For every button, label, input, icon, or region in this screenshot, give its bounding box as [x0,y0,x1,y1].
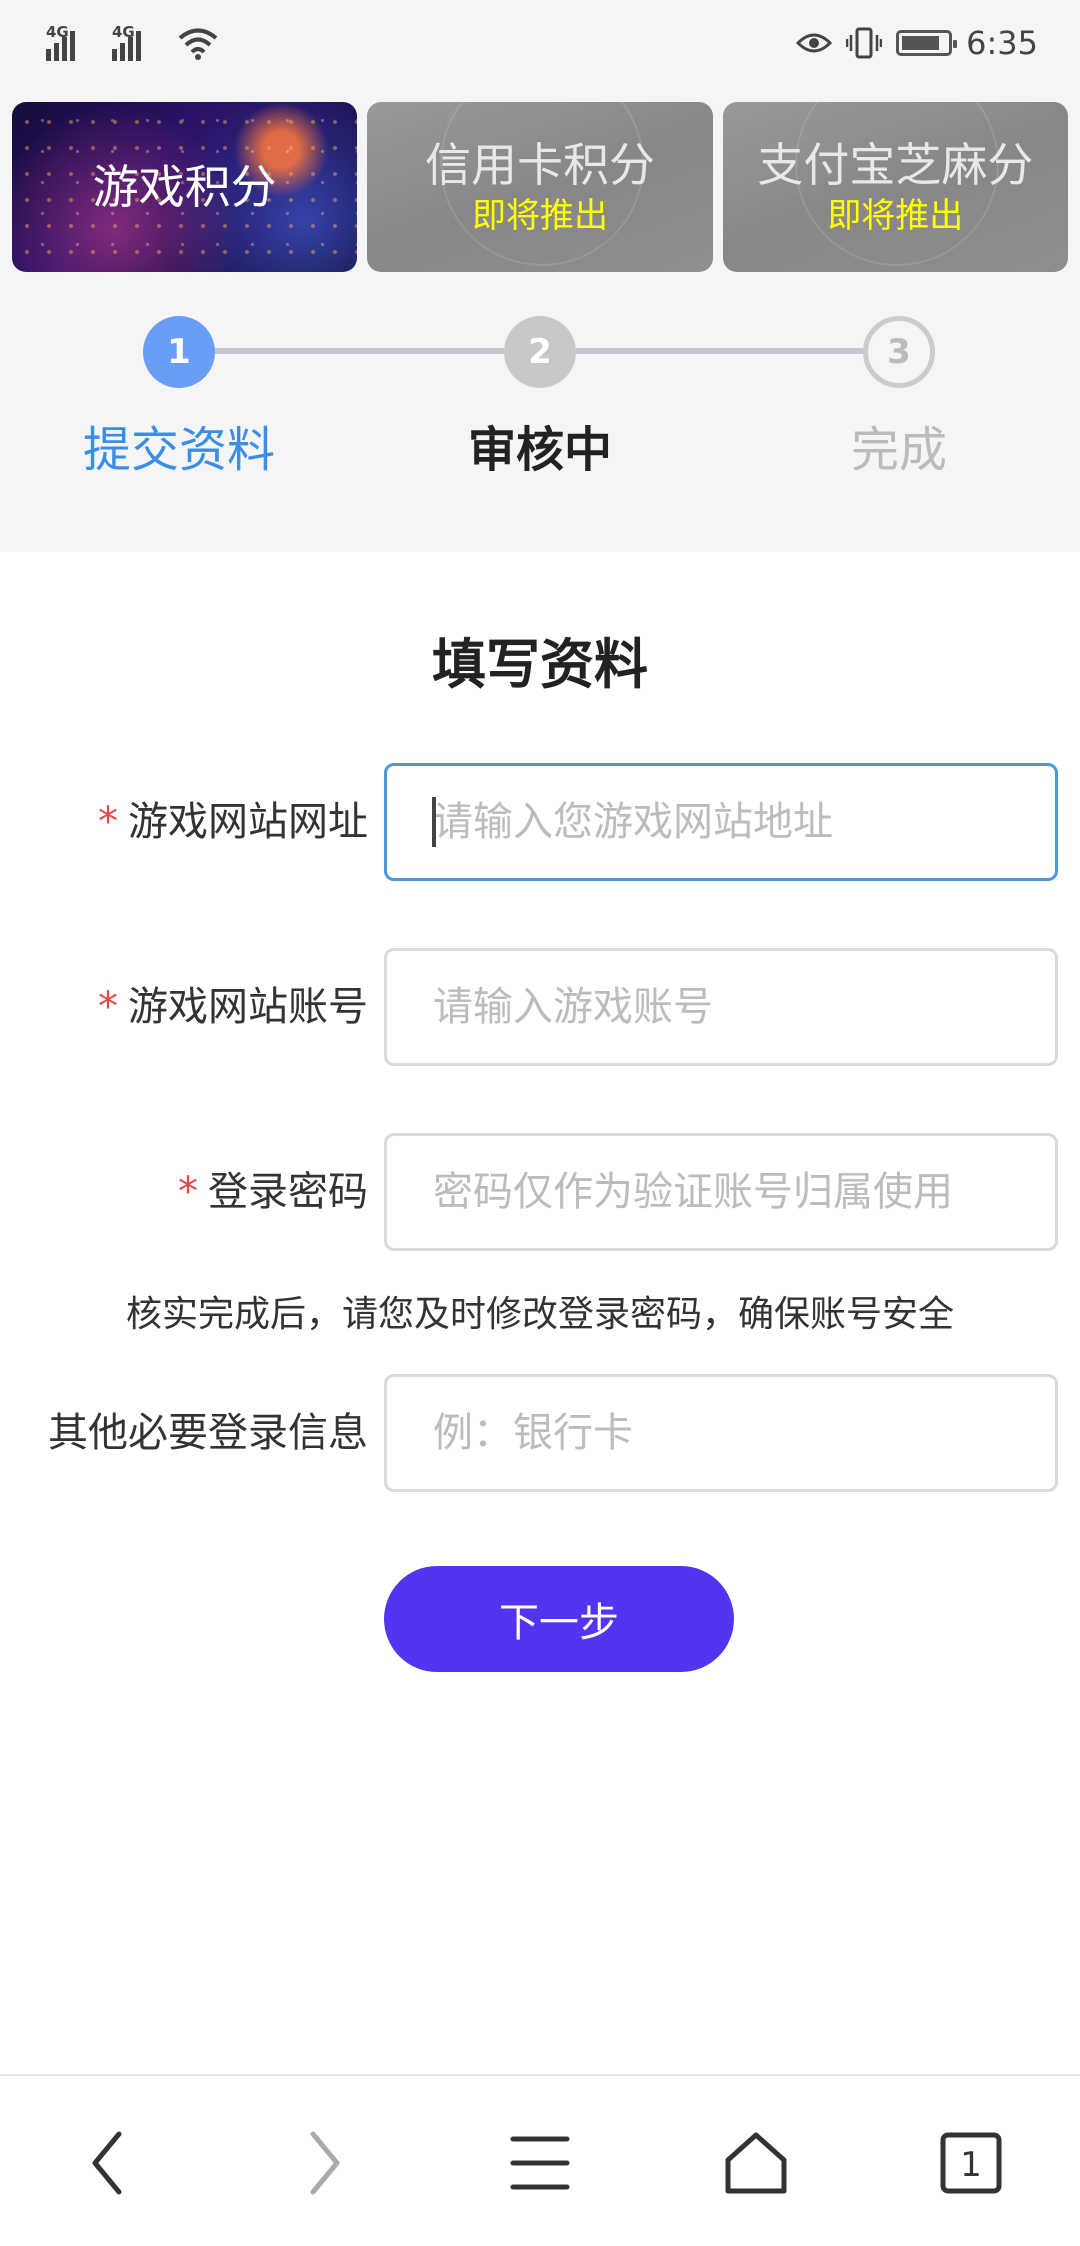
step-complete: 3 完成 [749,316,1049,480]
wifi-icon [178,28,218,60]
menu-icon [510,2136,570,2190]
status-left: 4G 4G [46,23,218,61]
card-title: 信用卡积分 [424,138,655,192]
field-label-text: 登录密码 [208,1169,368,1215]
step-number: 3 [863,316,935,388]
step-label: 完成 [850,422,947,478]
field-label: * 登录密码 [178,1133,368,1251]
browser-bottom-nav: 1 [0,2074,1080,2246]
coming-soon-label: 即将推出 [471,196,608,236]
clock: 6:35 [966,24,1038,62]
field-label: * 游戏网站账号 [98,948,368,1066]
status-right: 6:35 [796,24,1038,62]
step-reviewing: 2 审核中 [390,316,690,480]
step-number: 2 [504,316,576,388]
tabs-button[interactable]: 1 [926,2118,1016,2208]
step-submit: 1 提交资料 [29,316,329,480]
tabs-icon: 1 [940,2132,1002,2194]
top-area: 游戏积分 信用卡积分 即将推出 支付宝芝麻分 即将推出 1 提交资料 2 审核中… [0,86,1080,552]
step-number: 1 [143,316,215,388]
card-credit-card-points[interactable]: 信用卡积分 即将推出 [367,102,713,272]
coming-soon-label: 即将推出 [827,196,964,236]
signal-icon-1: 4G [46,23,98,61]
vibrate-icon [846,27,883,59]
tab-count: 1 [960,2145,982,2185]
signal-icon-2: 4G [112,23,164,61]
menu-button[interactable] [495,2118,585,2208]
field-row-password: * 登录密码 [0,1133,1080,1251]
eye-comfort-icon [796,33,833,53]
network-type-1: 4G [46,23,69,41]
card-title: 支付宝芝麻分 [757,138,1034,192]
field-row-website-url: * 游戏网站网址 [0,763,1080,881]
required-mark: * [178,1169,198,1215]
text-cursor [432,797,436,847]
required-mark: * [98,799,118,845]
field-row-other-info: 其他必要登录信息 [0,1374,1080,1492]
category-cards: 游戏积分 信用卡积分 即将推出 支付宝芝麻分 即将推出 [12,102,1068,272]
step-label: 审核中 [467,422,612,478]
field-label: * 游戏网站网址 [98,763,368,881]
forward-icon [310,2131,340,2195]
forward-button[interactable] [279,2118,369,2208]
security-note: 核实完成后，请您及时修改登录密码，确保账号安全 [125,1294,954,1335]
home-icon [725,2132,787,2194]
other-login-info-input[interactable] [384,1374,1058,1492]
card-game-points[interactable]: 游戏积分 [12,102,358,272]
home-button[interactable] [711,2118,801,2208]
field-label-text: 游戏网站账号 [128,984,368,1030]
field-label: 其他必要登录信息 [48,1410,368,1456]
required-mark: * [98,984,118,1030]
password-input[interactable] [384,1133,1058,1251]
form-title: 填写资料 [432,633,648,696]
account-input[interactable] [384,948,1058,1066]
website-url-input[interactable] [384,763,1058,881]
field-row-account: * 游戏网站账号 [0,948,1080,1066]
progress-stepper: 1 提交资料 2 审核中 3 完成 [0,316,1080,516]
field-label-text: 游戏网站网址 [128,799,368,845]
step-label: 提交资料 [82,422,275,478]
battery-icon [896,30,958,56]
network-type-2: 4G [112,23,135,41]
back-button[interactable] [63,2118,153,2208]
back-icon [92,2131,122,2195]
next-step-button[interactable]: 下一步 [384,1566,734,1672]
card-title: 游戏积分 [92,160,277,214]
card-alipay-sesame-score[interactable]: 支付宝芝麻分 即将推出 [722,102,1068,272]
status-bar: 4G 4G 6:35 [0,0,1080,86]
